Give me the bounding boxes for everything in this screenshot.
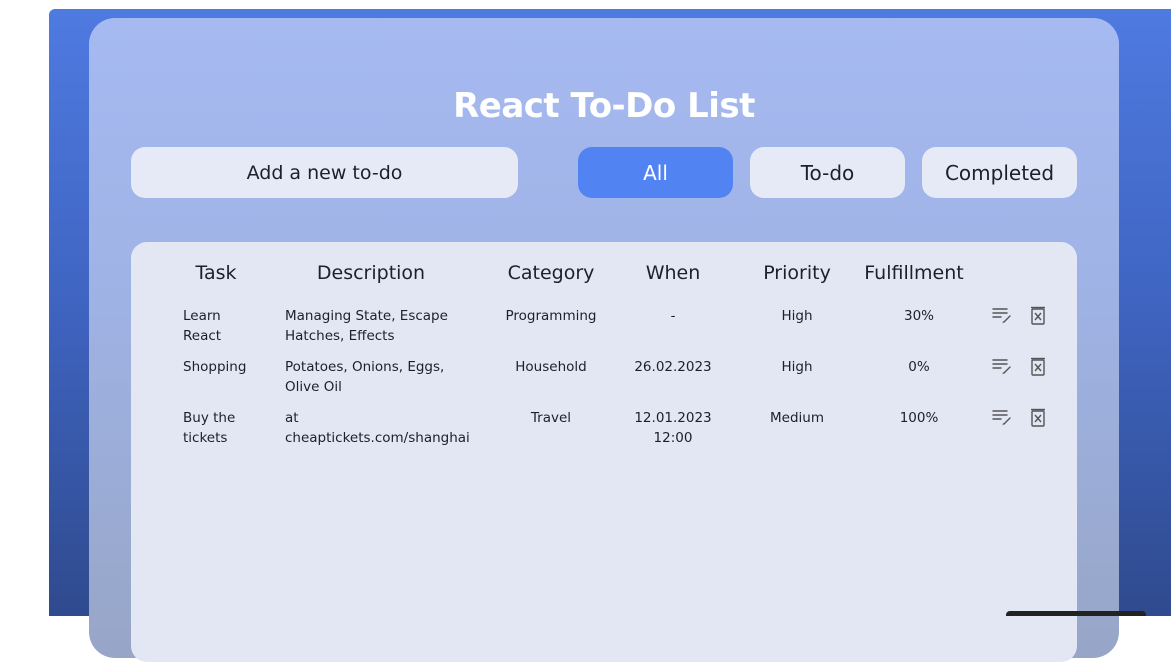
when-cell: 12.01.2023 12:00	[634, 410, 712, 446]
description-cell: at cheaptickets.com/shanghai	[285, 410, 470, 446]
todo-panel: React To-Do List All To-do Completed Tas…	[89, 18, 1119, 662]
priority-cell: High	[781, 359, 813, 375]
edit-icon[interactable]	[991, 355, 1013, 377]
filter-todo-button[interactable]: To-do	[750, 147, 905, 198]
add-todo-input[interactable]	[131, 147, 518, 198]
when-cell: -	[670, 308, 676, 324]
category-cell: Household	[515, 359, 587, 375]
priority-cell: Medium	[770, 410, 824, 426]
task-cell: Learn React	[183, 308, 222, 344]
when-cell: 26.02.2023	[634, 359, 712, 375]
todo-table: Task Description Category When Priority …	[131, 242, 1077, 662]
priority-cell: High	[781, 308, 813, 324]
header-description: Description	[316, 262, 426, 284]
header-fulfillment: Fulfillment	[864, 262, 964, 284]
header-when: When	[645, 262, 701, 284]
fulfillment-cell: 100%	[899, 410, 939, 426]
task-cell: Buy the tickets	[183, 410, 236, 446]
fulfillment-cell: 0%	[908, 359, 930, 375]
delete-icon[interactable]	[1027, 355, 1049, 377]
header-category: Category	[507, 262, 595, 284]
bottom-corner-widget	[1006, 611, 1146, 616]
description-cell: Managing State, Escape Hatches, Effects	[285, 308, 448, 344]
header-priority: Priority	[763, 262, 831, 284]
filter-all-button[interactable]: All	[578, 147, 733, 198]
description-cell: Potatoes, Onions, Eggs, Olive Oil	[285, 359, 445, 395]
edit-icon[interactable]	[991, 304, 1013, 326]
task-cell: Shopping	[183, 359, 247, 375]
filter-completed-button[interactable]: Completed	[922, 147, 1077, 198]
edit-icon[interactable]	[991, 406, 1013, 428]
category-cell: Programming	[505, 308, 597, 324]
delete-icon[interactable]	[1027, 406, 1049, 428]
category-cell: Travel	[530, 410, 572, 426]
fulfillment-cell: 30%	[903, 308, 934, 324]
header-task: Task	[195, 262, 237, 284]
page-title: React To-Do List	[453, 86, 755, 126]
delete-icon[interactable]	[1027, 304, 1049, 326]
